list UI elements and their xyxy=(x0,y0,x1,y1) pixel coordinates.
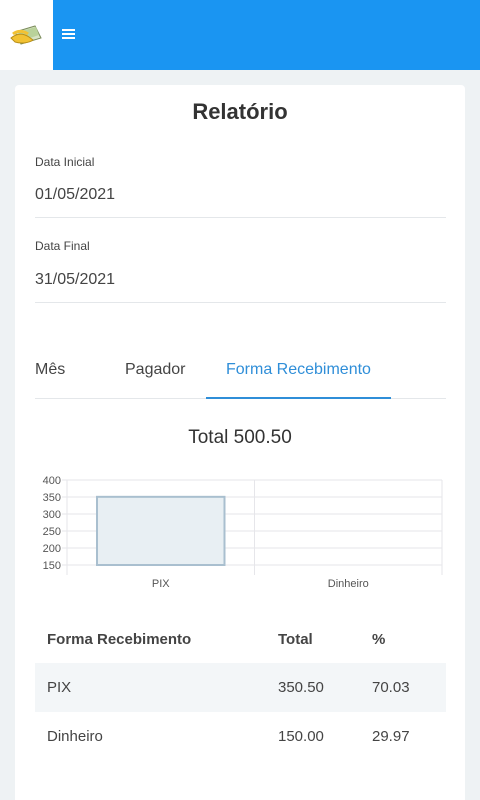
row-percent: 70.03 xyxy=(372,679,410,696)
report-card: Relatório Data Inicial 01/05/2021 Data F… xyxy=(15,85,465,800)
page-title: Relatório xyxy=(192,99,288,124)
table-row: PIX 350.50 70.03 xyxy=(35,663,446,712)
total-amount: Total 500.50 xyxy=(188,427,292,448)
row-total: 350.50 xyxy=(278,679,324,696)
y-tick-label: 200 xyxy=(43,543,61,555)
report-tabs: Mês Pagador Forma Recebimento xyxy=(35,345,446,399)
tab-forma-recebimento[interactable]: Forma Recebimento xyxy=(226,361,371,379)
start-date-label: Data Inicial xyxy=(35,155,95,169)
header-forma-recebimento: Forma Recebimento xyxy=(47,631,192,648)
end-date-value[interactable]: 31/05/2021 xyxy=(35,271,115,289)
row-method: PIX xyxy=(47,679,72,696)
active-tab-indicator xyxy=(206,397,391,399)
y-tick-label: 300 xyxy=(43,509,61,521)
bar-pix xyxy=(96,495,226,566)
table-header-row: Forma Recebimento Total % xyxy=(35,615,446,663)
x-tick-label: PIX xyxy=(152,578,170,590)
money-hand-icon xyxy=(9,25,42,45)
start-date-underline xyxy=(35,217,446,218)
row-percent: 29.97 xyxy=(372,728,410,745)
row-method: Dinheiro xyxy=(47,728,103,745)
y-tick-label: 350 xyxy=(43,492,61,504)
tab-pagador[interactable]: Pagador xyxy=(125,361,186,379)
x-tick-label: Dinheiro xyxy=(328,578,369,590)
start-date-value[interactable]: 01/05/2021 xyxy=(35,186,115,204)
summary-table: Forma Recebimento Total % PIX 350.50 70.… xyxy=(35,615,446,761)
row-total: 150.00 xyxy=(278,728,324,745)
y-tick-label: 150 xyxy=(43,560,61,572)
end-date-underline xyxy=(35,302,446,303)
header-total: Total xyxy=(278,631,313,648)
header-percent: % xyxy=(372,631,386,648)
hamburger-menu-icon[interactable] xyxy=(62,24,78,44)
top-app-bar xyxy=(0,0,480,70)
app-logo[interactable] xyxy=(0,0,53,70)
y-tick-label: 400 xyxy=(43,475,61,487)
y-tick-label: 250 xyxy=(43,526,61,538)
end-date-label: Data Final xyxy=(35,239,90,253)
table-row: Dinheiro 150.00 29.97 xyxy=(35,712,446,761)
tab-mes[interactable]: Mês xyxy=(35,361,65,379)
bar-chart: 150 200 250 300 350 400 PIX Dinheiro xyxy=(43,475,443,590)
